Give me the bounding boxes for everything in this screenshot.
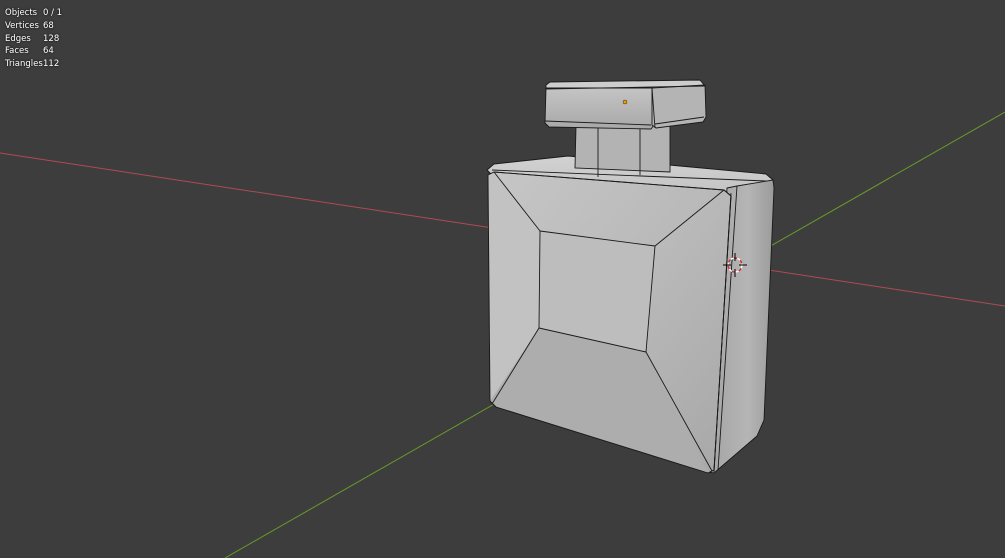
- stat-value: 0 / 1: [43, 8, 63, 18]
- stat-row-vertices: Vertices 68: [5, 20, 62, 33]
- perfume-bottle-mesh[interactable]: [486, 155, 775, 474]
- stat-label: Objects: [5, 8, 38, 18]
- stat-row-objects: Objects 0 / 1: [5, 7, 62, 20]
- bottle-cap: [544, 79, 707, 130]
- viewport-scene[interactable]: [0, 0, 1005, 558]
- object-origin-dot[interactable]: [622, 99, 628, 105]
- stat-label: Vertices: [5, 20, 39, 31]
- stat-label: Faces: [5, 46, 29, 57]
- cap-side-face: [651, 84, 707, 129]
- stat-value: 112: [43, 59, 60, 70]
- stat-row-edges: Edges 128: [5, 33, 62, 46]
- stat-value: 64: [43, 46, 54, 57]
- stat-label: Edges: [5, 33, 31, 44]
- stat-value: 128: [43, 33, 60, 44]
- 3d-viewport[interactable]: Objects 0 / 1 Vertices 68 Edges 128 Face…: [0, 0, 1005, 558]
- statistics-overlay: Objects 0 / 1 Vertices 68 Edges 128 Face…: [5, 7, 62, 71]
- stat-row-triangles: Triangles 112: [5, 58, 62, 71]
- stat-label: Triangles: [5, 59, 43, 70]
- stat-row-faces: Faces 64: [5, 45, 62, 58]
- stat-value: 68: [43, 20, 54, 31]
